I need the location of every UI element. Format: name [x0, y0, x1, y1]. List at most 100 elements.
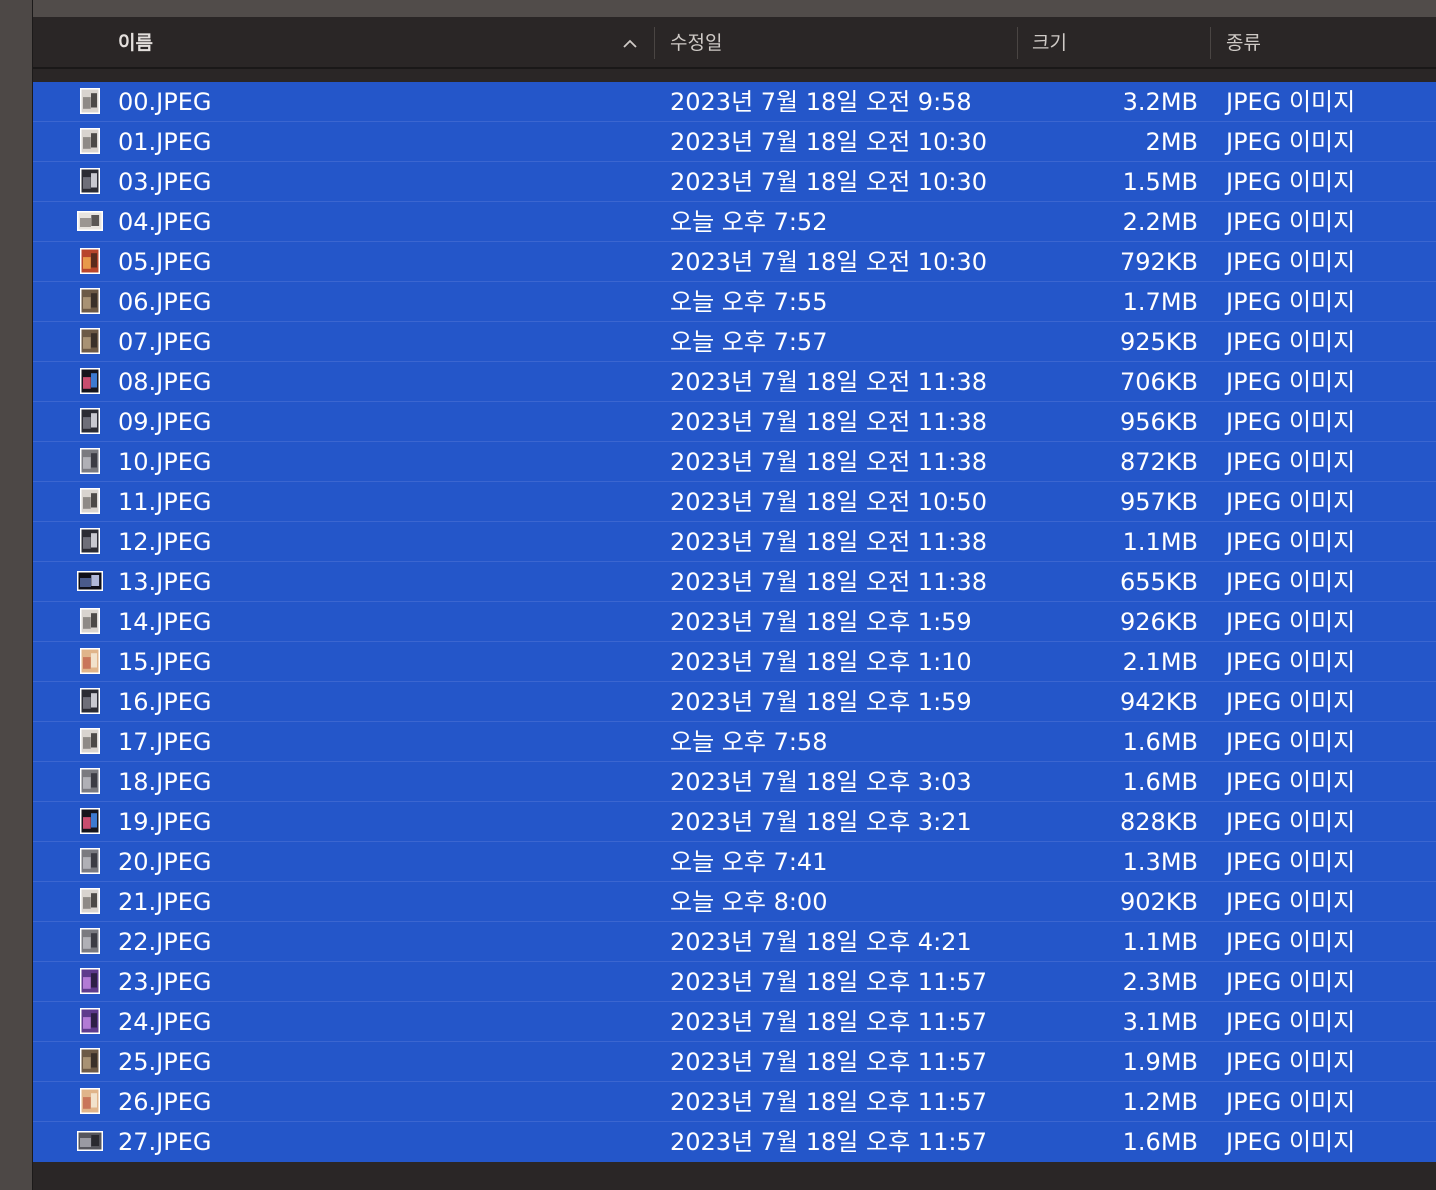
- image-thumbnail-icon: [80, 128, 100, 154]
- file-name[interactable]: 12.JPEG: [118, 522, 211, 562]
- file-name[interactable]: 15.JPEG: [118, 642, 211, 682]
- column-header-size[interactable]: 크기: [1032, 29, 1192, 57]
- file-row[interactable]: 12.JPEG 2023년 7월 18일 오전 11:38 1.1MB JPEG 이미…: [33, 522, 1436, 562]
- file-name[interactable]: 01.JPEG: [118, 122, 211, 162]
- file-name[interactable]: 13.JPEG: [118, 562, 211, 602]
- file-name[interactable]: 03.JPEG: [118, 162, 211, 202]
- file-name[interactable]: 18.JPEG: [118, 762, 211, 802]
- file-name[interactable]: 06.JPEG: [118, 282, 211, 322]
- image-thumbnail-icon: [80, 728, 100, 754]
- file-row[interactable]: 25.JPEG 2023년 7월 18일 오후 11:57 1.9MB JPEG 이미…: [33, 1042, 1436, 1082]
- file-row[interactable]: 24.JPEG 2023년 7월 18일 오후 11:57 3.1MB JPEG 이미…: [33, 1002, 1436, 1042]
- file-name[interactable]: 08.JPEG: [118, 362, 211, 402]
- file-name[interactable]: 04.JPEG: [118, 202, 211, 242]
- toolbar-strip: [33, 0, 1436, 17]
- file-size: 2MB: [1145, 128, 1198, 156]
- file-name[interactable]: 00.JPEG: [118, 82, 211, 122]
- image-thumbnail-icon: [77, 211, 103, 231]
- file-name[interactable]: 27.JPEG: [118, 1122, 211, 1162]
- file-row[interactable]: 23.JPEG 2023년 7월 18일 오후 11:57 2.3MB JPEG 이미…: [33, 962, 1436, 1002]
- file-name[interactable]: 21.JPEG: [118, 882, 211, 922]
- file-size: 3.1MB: [1122, 1008, 1198, 1036]
- file-date-modified: 오늘 오후 7:41: [670, 848, 828, 876]
- file-name[interactable]: 14.JPEG: [118, 602, 211, 642]
- column-header-kind[interactable]: 종류: [1226, 29, 1426, 57]
- file-row[interactable]: 09.JPEG 2023년 7월 18일 오전 11:38 956KB JPEG 이미…: [33, 402, 1436, 442]
- file-row[interactable]: 03.JPEG 2023년 7월 18일 오전 10:30 1.5MB JPEG 이미…: [33, 162, 1436, 202]
- file-size: 1.2MB: [1122, 1088, 1198, 1116]
- file-row[interactable]: 16.JPEG 2023년 7월 18일 오후 1:59 942KB JPEG 이미지: [33, 682, 1436, 722]
- file-row[interactable]: 21.JPEG 오늘 오후 8:00 902KB JPEG 이미지: [33, 882, 1436, 922]
- file-size: 925KB: [1119, 328, 1198, 356]
- file-kind: JPEG 이미지: [1226, 648, 1356, 676]
- image-thumbnail-icon: [80, 688, 100, 714]
- file-kind: JPEG 이미지: [1226, 1048, 1356, 1076]
- file-row[interactable]: 11.JPEG 2023년 7월 18일 오전 10:50 957KB JPEG 이미…: [33, 482, 1436, 522]
- file-row[interactable]: 17.JPEG 오늘 오후 7:58 1.6MB JPEG 이미지: [33, 722, 1436, 762]
- file-row[interactable]: 19.JPEG 2023년 7월 18일 오후 3:21 828KB JPEG 이미지: [33, 802, 1436, 842]
- image-thumbnail-icon: [80, 288, 100, 314]
- file-name[interactable]: 24.JPEG: [118, 1002, 211, 1042]
- file-row[interactable]: 18.JPEG 2023년 7월 18일 오후 3:03 1.6MB JPEG 이미지: [33, 762, 1436, 802]
- file-name[interactable]: 20.JPEG: [118, 842, 211, 882]
- file-row[interactable]: 04.JPEG 오늘 오후 7:52 2.2MB JPEG 이미지: [33, 202, 1436, 242]
- file-row[interactable]: 22.JPEG 2023년 7월 18일 오후 4:21 1.1MB JPEG 이미지: [33, 922, 1436, 962]
- file-kind: JPEG 이미지: [1226, 128, 1356, 156]
- file-size: 872KB: [1119, 448, 1198, 476]
- file-row[interactable]: 13.JPEG 2023년 7월 18일 오전 11:38 655KB JPEG 이미…: [33, 562, 1436, 602]
- file-row[interactable]: 05.JPEG 2023년 7월 18일 오전 10:30 792KB JPEG 이미…: [33, 242, 1436, 282]
- image-thumbnail-icon: [80, 968, 100, 994]
- file-row[interactable]: 15.JPEG 2023년 7월 18일 오후 1:10 2.1MB JPEG 이미지: [33, 642, 1436, 682]
- chevron-up-icon[interactable]: [621, 35, 639, 53]
- file-list: 00.JPEG 2023년 7월 18일 오전 9:58 3.2MB JPEG 이미지…: [33, 82, 1436, 1162]
- file-row[interactable]: 06.JPEG 오늘 오후 7:55 1.7MB JPEG 이미지: [33, 282, 1436, 322]
- list-bottom-area: [33, 1162, 1436, 1190]
- column-separator[interactable]: [654, 27, 655, 59]
- file-name[interactable]: 25.JPEG: [118, 1042, 211, 1082]
- file-name[interactable]: 16.JPEG: [118, 682, 211, 722]
- file-row[interactable]: 07.JPEG 오늘 오후 7:57 925KB JPEG 이미지: [33, 322, 1436, 362]
- column-separator[interactable]: [1210, 27, 1211, 59]
- file-name[interactable]: 07.JPEG: [118, 322, 211, 362]
- file-name[interactable]: 09.JPEG: [118, 402, 211, 442]
- file-kind: JPEG 이미지: [1226, 728, 1356, 756]
- file-kind: JPEG 이미지: [1226, 368, 1356, 396]
- file-size: 1.6MB: [1122, 1128, 1198, 1156]
- file-row[interactable]: 08.JPEG 2023년 7월 18일 오전 11:38 706KB JPEG 이미…: [33, 362, 1436, 402]
- file-date-modified: 2023년 7월 18일 오전 10:30: [670, 128, 987, 156]
- file-kind: JPEG 이미지: [1226, 448, 1356, 476]
- file-size: 1.5MB: [1122, 168, 1198, 196]
- file-name[interactable]: 10.JPEG: [118, 442, 211, 482]
- file-kind: JPEG 이미지: [1226, 208, 1356, 236]
- file-row[interactable]: 01.JPEG 2023년 7월 18일 오전 10:30 2MB JPEG 이미지: [33, 122, 1436, 162]
- file-size: 902KB: [1119, 888, 1198, 916]
- file-name[interactable]: 26.JPEG: [118, 1082, 211, 1122]
- file-row[interactable]: 10.JPEG 2023년 7월 18일 오전 11:38 872KB JPEG 이미…: [33, 442, 1436, 482]
- image-thumbnail-icon: [80, 608, 100, 634]
- file-size: 706KB: [1119, 368, 1198, 396]
- image-thumbnail-icon: [77, 1131, 103, 1151]
- file-kind: JPEG 이미지: [1226, 1128, 1356, 1156]
- image-thumbnail-icon: [80, 808, 100, 834]
- file-row[interactable]: 00.JPEG 2023년 7월 18일 오전 9:58 3.2MB JPEG 이미지: [33, 82, 1436, 122]
- file-size: 1.9MB: [1122, 1048, 1198, 1076]
- file-name[interactable]: 17.JPEG: [118, 722, 211, 762]
- file-name[interactable]: 23.JPEG: [118, 962, 211, 1002]
- file-row[interactable]: 14.JPEG 2023년 7월 18일 오후 1:59 926KB JPEG 이미지: [33, 602, 1436, 642]
- file-kind: JPEG 이미지: [1226, 1088, 1356, 1116]
- file-row[interactable]: 27.JPEG 2023년 7월 18일 오후 11:57 1.6MB JPEG 이미…: [33, 1122, 1436, 1162]
- image-thumbnail-icon: [80, 768, 100, 794]
- file-name[interactable]: 05.JPEG: [118, 242, 211, 282]
- image-thumbnail-icon: [80, 88, 100, 114]
- column-header-date-modified[interactable]: 수정일: [670, 29, 1000, 57]
- column-header-name[interactable]: 이름: [118, 29, 648, 57]
- file-name[interactable]: 19.JPEG: [118, 802, 211, 842]
- file-kind: JPEG 이미지: [1226, 848, 1356, 876]
- file-name[interactable]: 11.JPEG: [118, 482, 211, 522]
- file-kind: JPEG 이미지: [1226, 288, 1356, 316]
- file-row[interactable]: 20.JPEG 오늘 오후 7:41 1.3MB JPEG 이미지: [33, 842, 1436, 882]
- file-name[interactable]: 22.JPEG: [118, 922, 211, 962]
- file-row[interactable]: 26.JPEG 2023년 7월 18일 오후 11:57 1.2MB JPEG 이미…: [33, 1082, 1436, 1122]
- file-date-modified: 2023년 7월 18일 오전 11:38: [670, 448, 987, 476]
- column-separator[interactable]: [1017, 27, 1018, 59]
